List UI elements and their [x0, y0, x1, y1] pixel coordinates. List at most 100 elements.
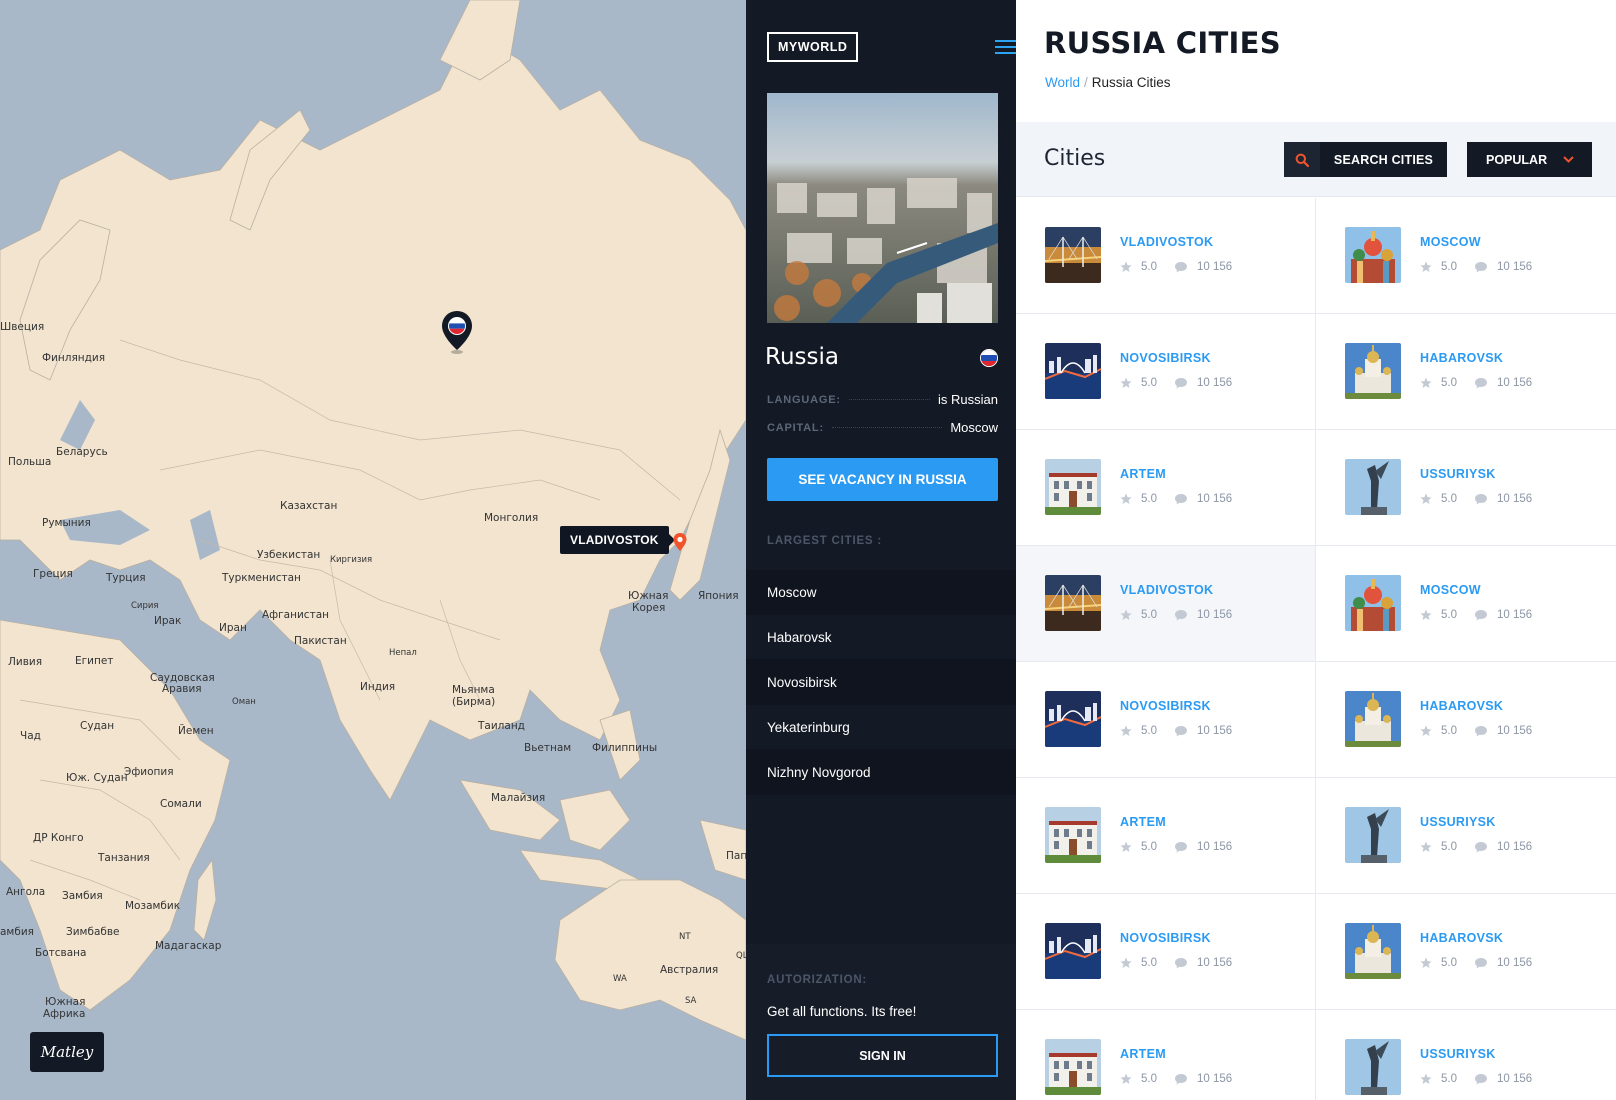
city-card[interactable]: NOVOSIBIRSK 5.0 10 156	[1016, 314, 1316, 429]
city-name-link[interactable]: VLADIVOSTOK	[1120, 583, 1213, 597]
city-name-link[interactable]: ARTEM	[1120, 467, 1166, 481]
country-photo	[767, 93, 998, 323]
map-label: Африка	[43, 1008, 86, 1020]
city-card[interactable]: VLADIVOSTOK 5.0 10 156	[1016, 546, 1316, 661]
city-name-link[interactable]: ARTEM	[1120, 815, 1166, 829]
sign-in-button[interactable]: SIGN IN	[767, 1034, 998, 1077]
city-name-link[interactable]: VLADIVOSTOK	[1120, 235, 1213, 249]
russia-map-pin-icon[interactable]	[441, 310, 473, 354]
city-card[interactable]: ARTEM 5.0 10 156	[1016, 778, 1316, 893]
language-label: LANGUAGE:	[767, 393, 841, 406]
map-label: Казахстан	[280, 500, 338, 512]
city-name-link[interactable]: USSURIYSK	[1420, 467, 1496, 481]
search-cities-button[interactable]: SEARCH CITIES	[1284, 142, 1447, 177]
city-thumbnail[interactable]	[1345, 807, 1401, 863]
city-comment-count: 10 156	[1497, 725, 1533, 737]
city-thumbnail[interactable]	[1045, 1039, 1101, 1095]
city-name-link[interactable]: USSURIYSK	[1420, 1047, 1496, 1061]
city-card[interactable]: NOVOSIBIRSK 5.0 10 156	[1016, 662, 1316, 777]
city-card[interactable]: ARTEM 5.0 10 156	[1016, 1010, 1316, 1100]
brand-logo[interactable]: MYWORLD	[767, 32, 859, 62]
app-root: Швеция Финляндия Беларусь Польша Румыния…	[0, 0, 1616, 1100]
city-thumbnail[interactable]	[1045, 343, 1101, 399]
largest-city-item[interactable]: Novosibirsk	[746, 660, 1016, 705]
city-meta: 5.0 10 156	[1120, 957, 1232, 969]
star-icon	[1420, 609, 1432, 620]
city-comment-count: 10 156	[1497, 841, 1533, 853]
breadcrumb-world-link[interactable]: World	[1045, 75, 1080, 90]
comment-icon	[1175, 610, 1187, 621]
city-name-link[interactable]: NOVOSIBIRSK	[1120, 931, 1211, 945]
largest-city-item[interactable]: Habarovsk	[746, 615, 1016, 660]
city-name-link[interactable]: HABAROVSK	[1420, 351, 1503, 365]
city-comment-count: 10 156	[1197, 957, 1233, 969]
map-label: Египет	[75, 655, 114, 667]
city-name-link[interactable]: MOSCOW	[1420, 583, 1481, 597]
city-thumbnail[interactable]	[1045, 575, 1101, 631]
city-card[interactable]: VLADIVOSTOK 5.0 10 156	[1016, 198, 1316, 313]
city-card[interactable]: MOSCOW 5.0 10 156	[1316, 546, 1616, 661]
cities-toolbar: Cities SEARCH CITIES POPULAR	[1016, 122, 1616, 197]
city-thumbnail[interactable]	[1045, 807, 1101, 863]
city-card[interactable]: USSURIYSK 5.0 10 156	[1316, 778, 1616, 893]
search-icon[interactable]	[1284, 142, 1320, 177]
capital-value: Moscow	[950, 420, 998, 435]
map-label: ДР Конго	[33, 832, 84, 844]
page-title: RUSSIA CITIES	[1044, 26, 1281, 60]
city-thumbnail[interactable]	[1345, 459, 1401, 515]
comment-icon	[1175, 378, 1187, 389]
world-map[interactable]: Швеция Финляндия Беларусь Польша Румыния…	[0, 0, 746, 1100]
city-card[interactable]: NOVOSIBIRSK 5.0 10 156	[1016, 894, 1316, 1009]
map-label: NT	[679, 932, 691, 942]
star-icon	[1120, 261, 1132, 272]
city-card[interactable]: USSURIYSK 5.0 10 156	[1316, 1010, 1616, 1100]
city-thumbnail[interactable]	[1345, 923, 1401, 979]
largest-city-item[interactable]: Moscow	[746, 570, 1016, 615]
cities-row: VLADIVOSTOK 5.0 10 156 MOSCOW 5.0 10 156	[1016, 198, 1616, 314]
authorization-text: Get all functions. Its free!	[767, 1004, 917, 1019]
location-pin-icon[interactable]	[672, 532, 688, 552]
city-name-link[interactable]: NOVOSIBIRSK	[1120, 699, 1211, 713]
city-card[interactable]: USSURIYSK 5.0 10 156	[1316, 430, 1616, 545]
city-card[interactable]: HABAROVSK 5.0 10 156	[1316, 662, 1616, 777]
city-meta: 5.0 10 156	[1420, 957, 1532, 969]
comment-icon	[1175, 1074, 1187, 1085]
largest-city-item[interactable]: Yekaterinburg	[746, 705, 1016, 750]
city-card[interactable]: ARTEM 5.0 10 156	[1016, 430, 1316, 545]
city-thumbnail[interactable]	[1045, 923, 1101, 979]
see-vacancy-button[interactable]: SEE VACANCY IN RUSSIA	[767, 458, 998, 501]
city-thumbnail[interactable]	[1345, 691, 1401, 747]
city-thumbnail[interactable]	[1345, 343, 1401, 399]
city-name-link[interactable]: ARTEM	[1120, 1047, 1166, 1061]
city-rating: 5.0	[1441, 841, 1457, 853]
city-meta: 5.0 10 156	[1420, 725, 1532, 737]
city-card[interactable]: HABAROVSK 5.0 10 156	[1316, 314, 1616, 429]
city-thumbnail[interactable]	[1045, 227, 1101, 283]
star-icon	[1120, 1073, 1132, 1084]
star-icon	[1420, 493, 1432, 504]
city-thumbnail[interactable]	[1345, 227, 1401, 283]
city-thumbnail[interactable]	[1045, 691, 1101, 747]
city-name-link[interactable]: HABAROVSK	[1420, 699, 1503, 713]
sort-dropdown[interactable]: POPULAR	[1467, 142, 1592, 177]
map-label: Танзания	[98, 852, 150, 864]
city-name-link[interactable]: HABAROVSK	[1420, 931, 1503, 945]
city-thumbnail[interactable]	[1345, 1039, 1401, 1095]
city-card[interactable]: HABAROVSK 5.0 10 156	[1316, 894, 1616, 1009]
city-thumbnail[interactable]	[1345, 575, 1401, 631]
city-meta: 5.0 10 156	[1420, 609, 1532, 621]
map-label: Непал	[389, 648, 417, 658]
city-card[interactable]: MOSCOW 5.0 10 156	[1316, 198, 1616, 313]
city-meta: 5.0 10 156	[1120, 725, 1232, 737]
city-comment-count: 10 156	[1197, 1073, 1233, 1085]
city-name-link[interactable]: MOSCOW	[1420, 235, 1481, 249]
city-thumbnail[interactable]	[1045, 459, 1101, 515]
cities-row: NOVOSIBIRSK 5.0 10 156 HABAROVSK 5.0 10 15…	[1016, 894, 1616, 1010]
menu-hamburger-icon[interactable]	[995, 40, 1016, 54]
city-name-link[interactable]: USSURIYSK	[1420, 815, 1496, 829]
largest-city-item[interactable]: Nizhny Novgorod	[746, 750, 1016, 795]
city-rating: 5.0	[1441, 261, 1457, 273]
city-name-link[interactable]: NOVOSIBIRSK	[1120, 351, 1211, 365]
map-label: Мьянма	[452, 684, 495, 696]
map-city-tooltip[interactable]: VLADIVOSTOK	[560, 526, 675, 554]
